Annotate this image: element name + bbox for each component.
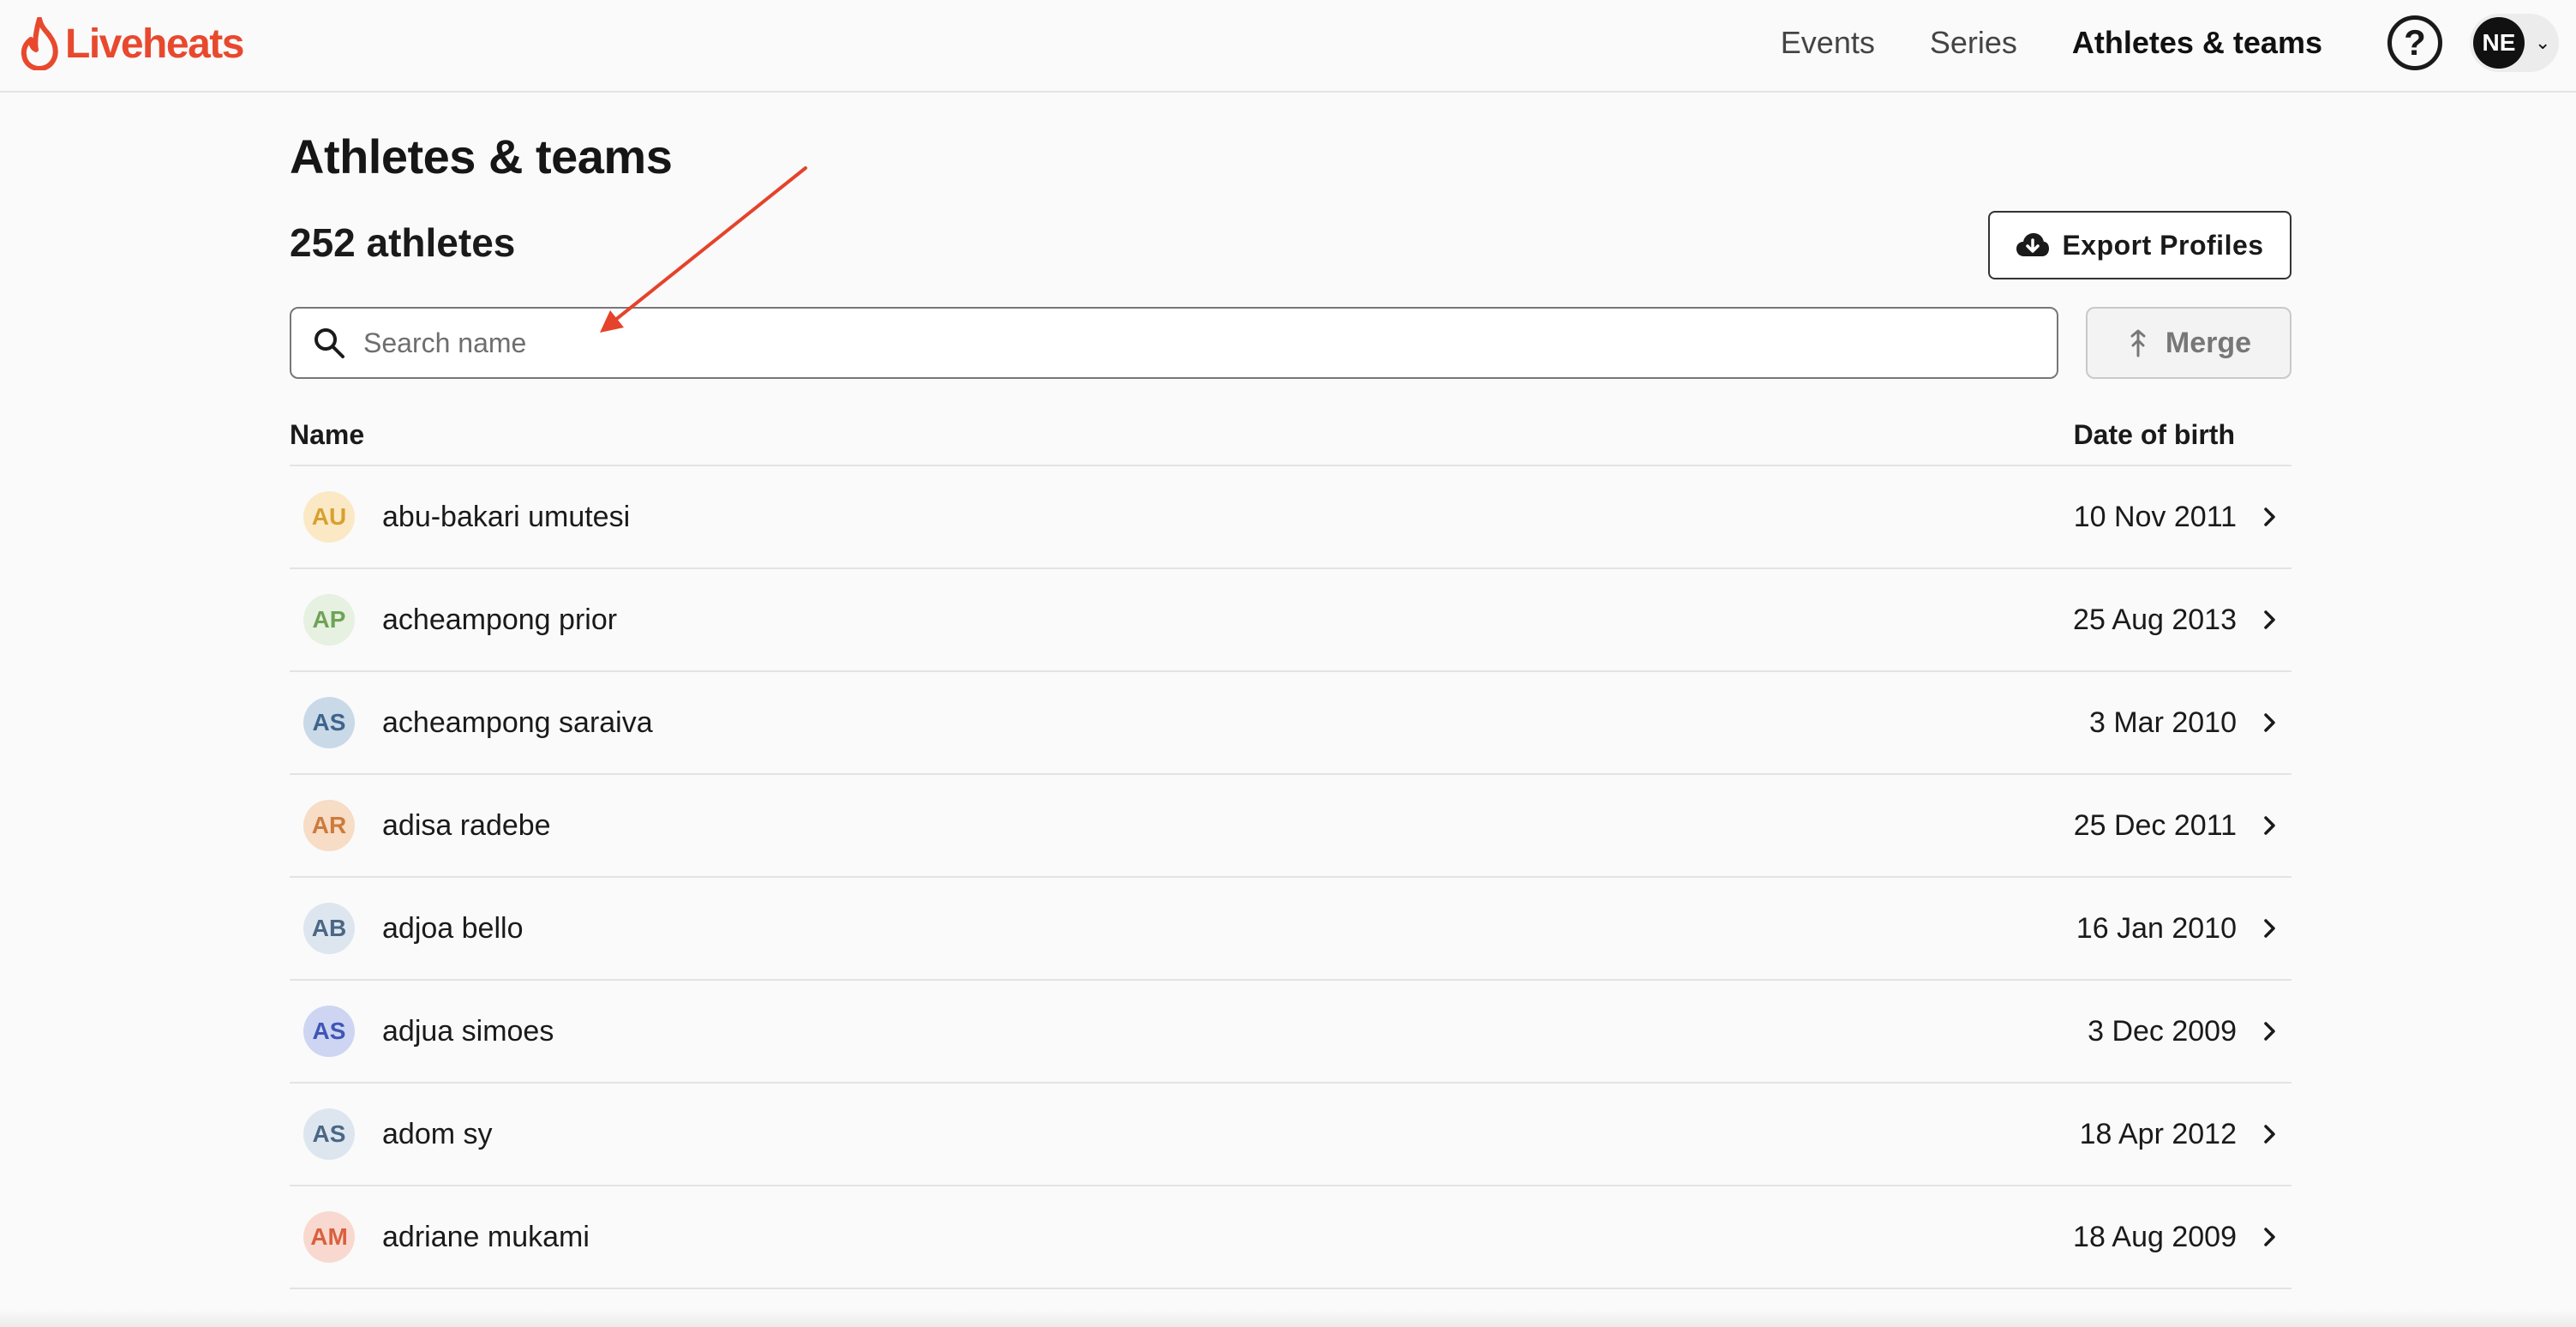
search-field[interactable] xyxy=(290,307,2058,379)
athlete-name: adriane mukami xyxy=(382,1220,590,1253)
merge-button[interactable]: Merge xyxy=(2086,307,2291,379)
athlete-dob: 25 Dec 2011 xyxy=(2073,808,2237,842)
account-menu[interactable]: NE ⌄ xyxy=(2470,14,2559,72)
page-title: Athletes & teams xyxy=(290,129,673,183)
athlete-dob: 18 Apr 2012 xyxy=(2079,1117,2237,1150)
athlete-initials-avatar: AS xyxy=(303,697,355,748)
athlete-count: 252 athletes xyxy=(290,220,516,265)
athlete-dob: 25 Aug 2013 xyxy=(2073,603,2237,636)
athlete-initials-avatar: AP xyxy=(303,594,355,645)
chevron-right-icon xyxy=(2264,610,2275,629)
liveheats-logo[interactable]: Liveheats xyxy=(21,15,244,72)
chevron-right-icon xyxy=(2264,713,2275,732)
chevron-right-icon xyxy=(2264,1228,2275,1246)
chevron-right-icon xyxy=(2264,1125,2275,1144)
flame-logo-icon xyxy=(21,17,58,70)
athlete-name: adisa radebe xyxy=(382,808,551,842)
athlete-dob: 18 Aug 2009 xyxy=(2073,1220,2237,1253)
top-navigation-bar: Liveheats Events Series Athletes & teams… xyxy=(0,0,2576,93)
merge-label: Merge xyxy=(2165,326,2252,359)
help-icon[interactable]: ? xyxy=(2387,15,2442,70)
table-row[interactable]: AB adjoa bello 16 Jan 2010 xyxy=(290,878,2291,981)
athlete-dob: 16 Jan 2010 xyxy=(2076,911,2237,945)
export-profiles-label: Export Profiles xyxy=(2062,229,2264,261)
bottom-edge xyxy=(0,1310,2576,1327)
nav-events[interactable]: Events xyxy=(1781,25,1875,61)
chevron-down-icon: ⌄ xyxy=(2535,32,2551,53)
chevron-right-icon xyxy=(2264,816,2275,835)
search-input[interactable] xyxy=(363,327,1992,359)
athlete-initials-avatar: AB xyxy=(303,903,355,954)
avatar: NE xyxy=(2473,17,2525,69)
table-header: Name Date of birth xyxy=(290,405,2291,466)
search-icon xyxy=(315,328,344,358)
athlete-name: acheampong prior xyxy=(382,603,618,636)
table-row[interactable]: AS adom sy 18 Apr 2012 xyxy=(290,1084,2291,1186)
athlete-name: adom sy xyxy=(382,1117,493,1150)
athlete-dob: 3 Dec 2009 xyxy=(2088,1014,2237,1048)
column-header-dob[interactable]: Date of birth xyxy=(2074,419,2235,451)
athlete-list: AU abu-bakari umutesi 10 Nov 2011 AP acheamp… xyxy=(290,466,2291,1289)
nav-athletes-teams[interactable]: Athletes & teams xyxy=(2072,25,2322,61)
table-row[interactable]: AM adriane mukami 18 Aug 2009 xyxy=(290,1186,2291,1289)
table-row[interactable]: AP acheampong prior 25 Aug 2013 xyxy=(290,569,2291,672)
table-row[interactable]: AS adjua simoes 3 Dec 2009 xyxy=(290,981,2291,1084)
athlete-initials-avatar: AM xyxy=(303,1211,355,1263)
main-content: Athletes & teams 252 athletes Export Pro… xyxy=(290,129,2291,1289)
athlete-name: adjua simoes xyxy=(382,1014,554,1048)
table-row[interactable]: AU abu-bakari umutesi 10 Nov 2011 xyxy=(290,466,2291,569)
logo-text: Liveheats xyxy=(65,21,244,67)
athlete-dob: 3 Mar 2010 xyxy=(2089,706,2237,739)
export-profiles-button[interactable]: Export Profiles xyxy=(1988,211,2291,279)
athlete-name: adjoa bello xyxy=(382,911,524,945)
athlete-name: abu-bakari umutesi xyxy=(382,500,631,533)
column-header-name[interactable]: Name xyxy=(290,419,364,451)
table-row[interactable]: AS acheampong saraiva 3 Mar 2010 xyxy=(290,672,2291,775)
athlete-initials-avatar: AR xyxy=(303,800,355,851)
chevron-right-icon xyxy=(2264,507,2275,526)
nav-series[interactable]: Series xyxy=(1930,25,2017,61)
merge-icon xyxy=(2130,329,2146,357)
athlete-dob: 10 Nov 2011 xyxy=(2073,500,2237,533)
athlete-name: acheampong saraiva xyxy=(382,706,653,739)
chevron-right-icon xyxy=(2264,919,2275,938)
chevron-right-icon xyxy=(2264,1022,2275,1041)
athlete-initials-avatar: AS xyxy=(303,1006,355,1057)
cloud-download-icon xyxy=(2016,233,2050,256)
main-nav: Events Series Athletes & teams xyxy=(1781,0,2322,86)
athlete-initials-avatar: AU xyxy=(303,491,355,543)
athlete-initials-avatar: AS xyxy=(303,1108,355,1160)
table-row[interactable]: AR adisa radebe 25 Dec 2011 xyxy=(290,775,2291,878)
